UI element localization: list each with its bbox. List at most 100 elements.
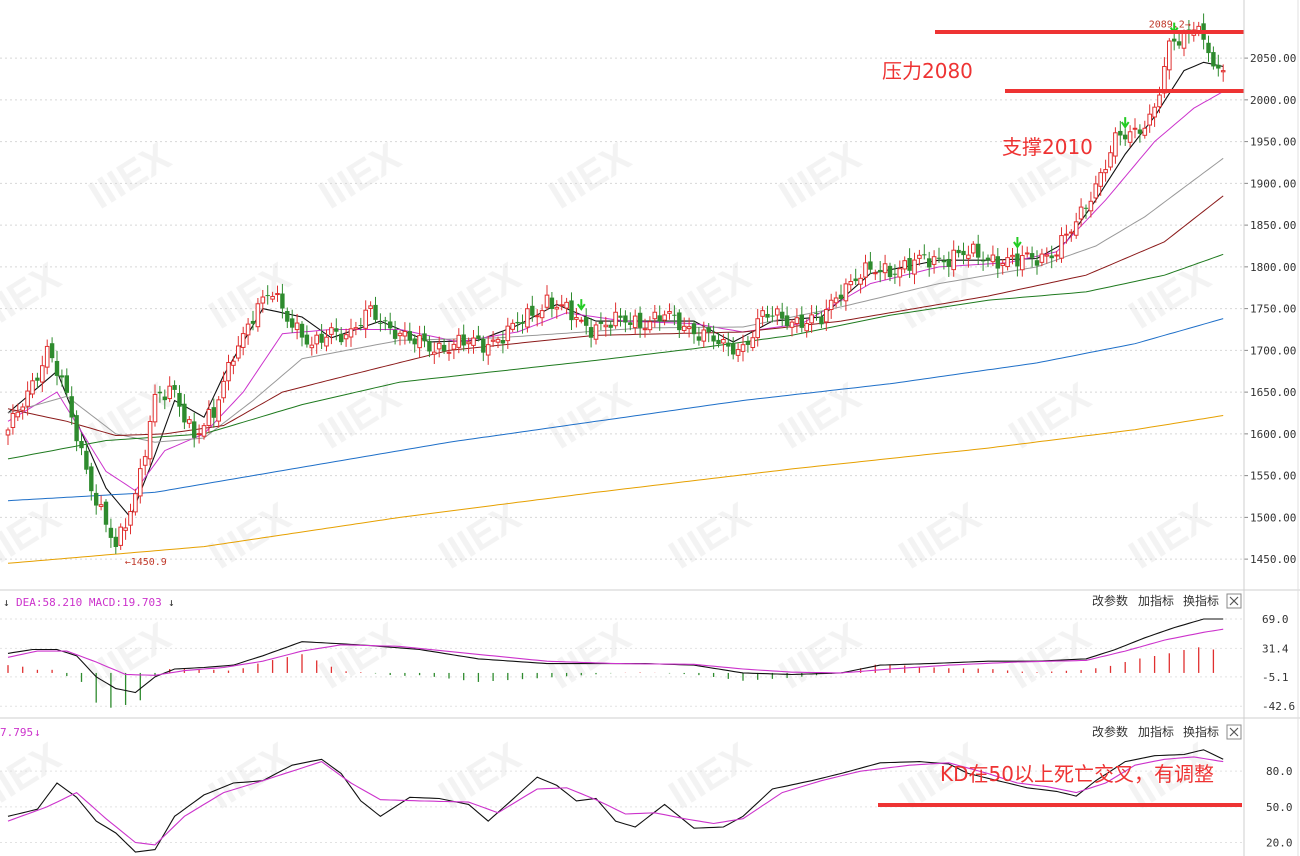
candle-body bbox=[966, 254, 971, 259]
swap-indicator-button[interactable]: 换指标 bbox=[1183, 593, 1219, 608]
candle-body bbox=[701, 329, 707, 342]
candle-body bbox=[1176, 41, 1182, 46]
candle-body bbox=[304, 334, 310, 345]
kdj-panel: 80.0 50.0 20.0 KD在50以上死亡交叉，有调整 7.795 ↓ 改参数… bbox=[0, 724, 1293, 853]
candle-body bbox=[931, 256, 937, 265]
candle-body bbox=[941, 260, 947, 263]
candle-body bbox=[35, 377, 40, 381]
candle-body bbox=[775, 308, 780, 316]
candle-body bbox=[10, 412, 16, 428]
candle-body bbox=[1015, 253, 1020, 267]
candle-body bbox=[809, 314, 814, 324]
candle-body bbox=[231, 360, 236, 366]
watermark-text: IIIEX bbox=[0, 734, 69, 817]
change-params-button-kdj[interactable]: 改参数 bbox=[1092, 724, 1128, 739]
kd-level-label: KD在50以上死亡交叉，有调整 bbox=[940, 762, 1214, 786]
candle-body bbox=[961, 250, 966, 256]
price-tick-label: 2000.00 bbox=[1250, 94, 1296, 107]
candle-body bbox=[5, 429, 11, 436]
candle-body bbox=[378, 322, 383, 324]
candle-body bbox=[138, 468, 143, 497]
candle-body bbox=[152, 393, 158, 423]
candle-body bbox=[407, 331, 412, 341]
candle-body bbox=[843, 283, 849, 302]
candle-body bbox=[456, 334, 462, 348]
candle-body bbox=[1049, 255, 1054, 259]
candle-body bbox=[417, 335, 422, 349]
candle-body bbox=[878, 269, 883, 273]
candle-body bbox=[608, 324, 613, 328]
candle-body bbox=[240, 333, 246, 348]
candle-body bbox=[98, 504, 104, 507]
candle-body bbox=[1181, 32, 1187, 49]
candle-body bbox=[824, 309, 829, 323]
candle-body bbox=[348, 328, 354, 338]
candle-body bbox=[15, 411, 21, 418]
candle-body bbox=[667, 310, 672, 314]
watermark-text: IIIEX bbox=[541, 614, 638, 697]
resistance-label: 压力2080 bbox=[882, 59, 973, 83]
candle-body bbox=[69, 396, 74, 418]
candle-body bbox=[990, 254, 996, 263]
close-macd-button[interactable] bbox=[1226, 593, 1242, 609]
down-arrow-icon bbox=[1013, 236, 1022, 249]
price-axis: 1450.00 1500.00 1550.00 1600.00 1650.00 1700.… bbox=[1244, 52, 1296, 566]
add-indicator-button-kdj[interactable]: 加指标 bbox=[1138, 724, 1174, 739]
candle-body bbox=[716, 339, 721, 345]
candle-body bbox=[848, 281, 854, 286]
candle-body bbox=[412, 338, 417, 345]
candle-body bbox=[980, 260, 986, 262]
candle-body bbox=[794, 317, 800, 324]
candle-body bbox=[358, 325, 363, 327]
candle-body bbox=[422, 333, 427, 342]
candle-body bbox=[446, 351, 452, 354]
candle-body bbox=[637, 312, 643, 328]
candle-body bbox=[1054, 254, 1059, 257]
watermark-text: IIIEX bbox=[311, 134, 408, 217]
add-indicator-button[interactable]: 加指标 bbox=[1138, 593, 1174, 608]
candle-body bbox=[882, 263, 888, 274]
candle-body bbox=[471, 337, 476, 346]
candle-body bbox=[1044, 254, 1050, 257]
candle-body bbox=[632, 315, 638, 329]
chart-canvas: IIIEXIIIEXIIIEXIIIEXIIIEXIIIEXIIIEXIIIEX… bbox=[0, 0, 1300, 856]
candle-body bbox=[314, 334, 319, 345]
candle-body bbox=[1172, 38, 1177, 42]
candle-body bbox=[221, 380, 226, 399]
candle-body bbox=[49, 343, 55, 359]
candle-body bbox=[1216, 64, 1221, 69]
candle-body bbox=[162, 396, 167, 401]
macd-controls: 改参数 加指标 换指标 bbox=[1092, 593, 1242, 609]
candle-body bbox=[1147, 113, 1153, 126]
candle-body bbox=[187, 419, 192, 424]
swap-indicator-button-kdj[interactable]: 换指标 bbox=[1183, 724, 1219, 739]
candle-body bbox=[1103, 169, 1108, 174]
candle-body bbox=[770, 315, 775, 317]
candle-body bbox=[539, 310, 545, 319]
candle-body bbox=[436, 342, 442, 350]
candle-body bbox=[628, 322, 633, 325]
candle-body bbox=[691, 323, 697, 335]
candle-body bbox=[956, 249, 961, 254]
watermark-text: IIIEX bbox=[1001, 374, 1098, 457]
candle-body bbox=[157, 391, 163, 394]
watermark-text: IIIEX bbox=[311, 614, 408, 697]
candle-body bbox=[343, 334, 349, 340]
candle-body bbox=[255, 303, 261, 328]
price-tick-label: 1700.00 bbox=[1250, 344, 1296, 357]
watermark-text: IIIEX bbox=[891, 494, 988, 577]
change-params-button[interactable]: 改参数 bbox=[1092, 593, 1128, 608]
candle-body bbox=[1137, 129, 1143, 134]
candle-body bbox=[392, 329, 398, 339]
candle-body bbox=[927, 258, 932, 268]
candle-body bbox=[1152, 106, 1157, 118]
candle-body bbox=[618, 315, 623, 318]
candle-body bbox=[353, 327, 359, 330]
candle-body bbox=[976, 243, 981, 258]
candle-body bbox=[216, 399, 221, 422]
kdj-indicator-label: 7.795 bbox=[0, 726, 33, 739]
candle-body bbox=[177, 392, 182, 407]
candle-body bbox=[731, 343, 736, 355]
close-kdj-button[interactable] bbox=[1226, 724, 1242, 740]
candle-body bbox=[814, 312, 819, 314]
